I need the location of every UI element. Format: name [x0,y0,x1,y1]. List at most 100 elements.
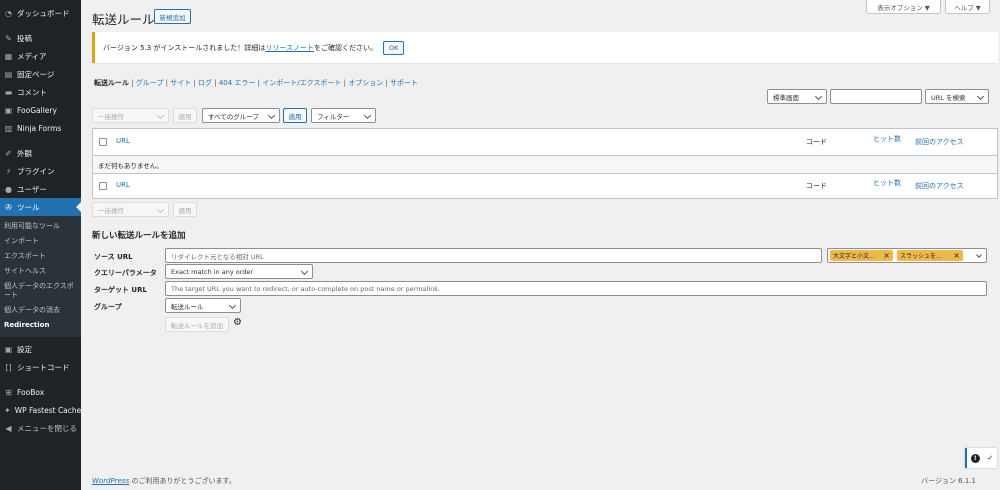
bulk-apply-button-bottom[interactable]: 適用 [173,202,197,217]
menu-plugins[interactable]: ⚡ プラグイン [0,162,81,180]
comment-icon: ▬ [4,87,13,97]
collapse-menu[interactable]: ◀ メニューを閉じる [0,419,81,437]
menu-shortcode[interactable]: [] ショートコード [0,358,81,376]
col-url-header[interactable]: URL [116,137,130,145]
subnav-support[interactable]: サポート [390,79,418,87]
remove-tag-icon[interactable]: × [953,251,960,260]
query-params-label: クエリーパラメータ [94,269,157,277]
submenu-site-health[interactable]: サイトヘルス [0,264,81,279]
source-url-label: ソース URL [94,253,133,261]
cache-icon: ✦ [4,405,11,415]
subnav-404[interactable]: 404 エラー [219,79,256,87]
add-redirect-title: 新しい転送ルールを追加 [92,231,186,241]
screen-options-tab[interactable]: 表示オプション ▼ [866,0,941,14]
menu-media[interactable]: ▦ メディア [0,47,81,65]
release-notes-link[interactable]: リリースノート [265,43,314,53]
add-redirect-button[interactable]: 転送ルールを追加 [165,317,229,332]
submenu-export-personal-data[interactable]: 個人データのエクスポート [0,279,81,303]
admin-sidebar: ◔ ダッシュボード ✎ 投稿 ▦ メディア ▤ 固定ページ ▬ コメント ▣ FooGall… [0,0,81,490]
group-filter-select[interactable]: すべてのグループ [202,108,280,123]
tag-ignore-case: 大文字と小文... × [830,250,893,261]
target-url-input[interactable]: The target URL you want to redirect, or … [165,281,987,296]
menu-posts[interactable]: ✎ 投稿 [0,29,81,47]
filter-select[interactable]: フィルター [311,108,376,123]
forms-icon: ▥ [4,123,13,133]
group-apply-button[interactable]: 適用 [283,108,307,123]
foobox-icon: ⊞ [5,387,12,397]
subnav-redirects[interactable]: 転送ルール [94,79,129,87]
redirects-table: URL コード ヒット数 前回のアクセス まだ何もありません。 URL コード … [92,128,998,199]
menu-foogallery[interactable]: ▣ FooGallery [0,101,81,119]
submenu-available-tools[interactable]: 利用可能なツール [0,219,81,234]
menu-pages[interactable]: ▤ 固定ページ [0,65,81,83]
shortcode-icon: [] [5,362,12,372]
menu-appearance[interactable]: ✐ 外観 [0,144,81,162]
submenu-import[interactable]: インポート [0,234,81,249]
subnav-site[interactable]: サイト [170,79,191,87]
menu-ninja-forms[interactable]: ▥ Ninja Forms [0,119,81,137]
brush-icon: ✐ [5,148,12,158]
notice-ok-button[interactable]: OK [382,40,405,55]
menu-tools[interactable]: ✇ ツール [0,198,81,216]
help-tab[interactable]: ヘルプ ▼ [945,0,990,14]
menu-users[interactable]: ● ユーザー [0,180,81,198]
main-content: 転送ルール 新規追加 表示オプション ▼ ヘルプ ▼ バージョン 5.3 がイン… [81,0,1000,490]
add-new-button[interactable]: 新規追加 [154,9,191,24]
select-all-checkbox-footer[interactable] [99,182,107,190]
menu-wp-fastest-cache[interactable]: ✦ WP Fastest Cache [0,401,81,419]
col-hits-footer[interactable]: ヒット数 [873,178,901,188]
gallery-icon: ▣ [4,105,13,115]
menu-settings[interactable]: ▣ 設定 [0,340,81,358]
menu-foobox[interactable]: ⊞ FooBox [0,383,81,401]
remove-tag-icon[interactable]: × [883,251,890,260]
subnav-log[interactable]: ログ [198,79,212,87]
page-title: 転送ルール [92,12,155,27]
check-icon: ✓ [987,454,994,462]
collapse-icon: ◀ [5,423,12,433]
submenu-erase-personal-data[interactable]: 個人データの消去 [0,303,81,318]
target-url-label: ターゲット URL [94,286,147,294]
plugin-icon: ⚡ [5,166,12,176]
menu-comments[interactable]: ▬ コメント [0,83,81,101]
col-last-access-header[interactable]: 前回のアクセス [915,137,964,147]
subnav: 転送ルール | グループ | サイト | ログ | 404 エラー | インポー… [94,79,419,87]
menu-dashboard[interactable]: ◔ ダッシュボード [0,4,81,22]
help-widget[interactable]: ! ✓ [965,448,997,468]
empty-message: まだ何もありません。 [93,155,997,174]
subnav-groups[interactable]: グループ [136,79,164,87]
submenu-redirection[interactable]: Redirection [0,318,81,333]
submenu-export[interactable]: エクスポート [0,249,81,264]
view-mode-select[interactable]: 標準画面 [767,89,827,104]
update-notice: バージョン 5.3 がインストールされました！詳細は リリースノート をご確認くださ… [92,32,998,63]
search-type-select[interactable]: URL を検索 [925,89,989,104]
gear-icon[interactable]: ⚙ [233,317,242,328]
footer-version: バージョン 6.1.1 [921,477,976,485]
pin-icon: ✎ [5,33,12,43]
col-url-footer[interactable]: URL [116,181,130,189]
dashboard-icon: ◔ [5,8,12,18]
col-last-access-footer[interactable]: 前回のアクセス [915,181,964,191]
col-hits-header[interactable]: ヒット数 [873,134,901,144]
query-params-select[interactable]: Exact match in any order [165,264,313,279]
group-label: グループ [94,303,122,311]
media-icon: ▦ [4,51,13,61]
user-icon: ● [5,184,12,194]
footer-thanks: WordPress のご利用ありがとうございます。 [92,477,236,485]
wordpress-link[interactable]: WordPress [92,477,129,485]
bulk-actions-select[interactable]: 一括操作 [92,108,169,123]
col-code-footer: コード [806,182,827,190]
search-input[interactable] [830,89,922,104]
select-all-checkbox[interactable] [99,138,107,146]
group-select[interactable]: 転送ルール [165,298,241,313]
bulk-apply-button[interactable]: 適用 [173,108,197,123]
col-code-header: コード [806,138,827,146]
settings-icon: ▣ [4,344,13,354]
page-icon: ▤ [4,69,13,79]
subnav-options[interactable]: オプション [348,79,383,87]
bulk-actions-select-bottom[interactable]: 一括操作 [92,202,169,217]
subnav-import-export[interactable]: インポート/エクスポート [262,79,341,87]
wrench-icon: ✇ [5,202,12,212]
tools-submenu: 利用可能なツール インポート エクスポート サイトヘルス 個人データのエクスポー… [0,216,81,337]
chevron-down-icon [976,252,982,258]
source-url-input[interactable]: リダイレクト元となる相対 URL [165,248,822,263]
